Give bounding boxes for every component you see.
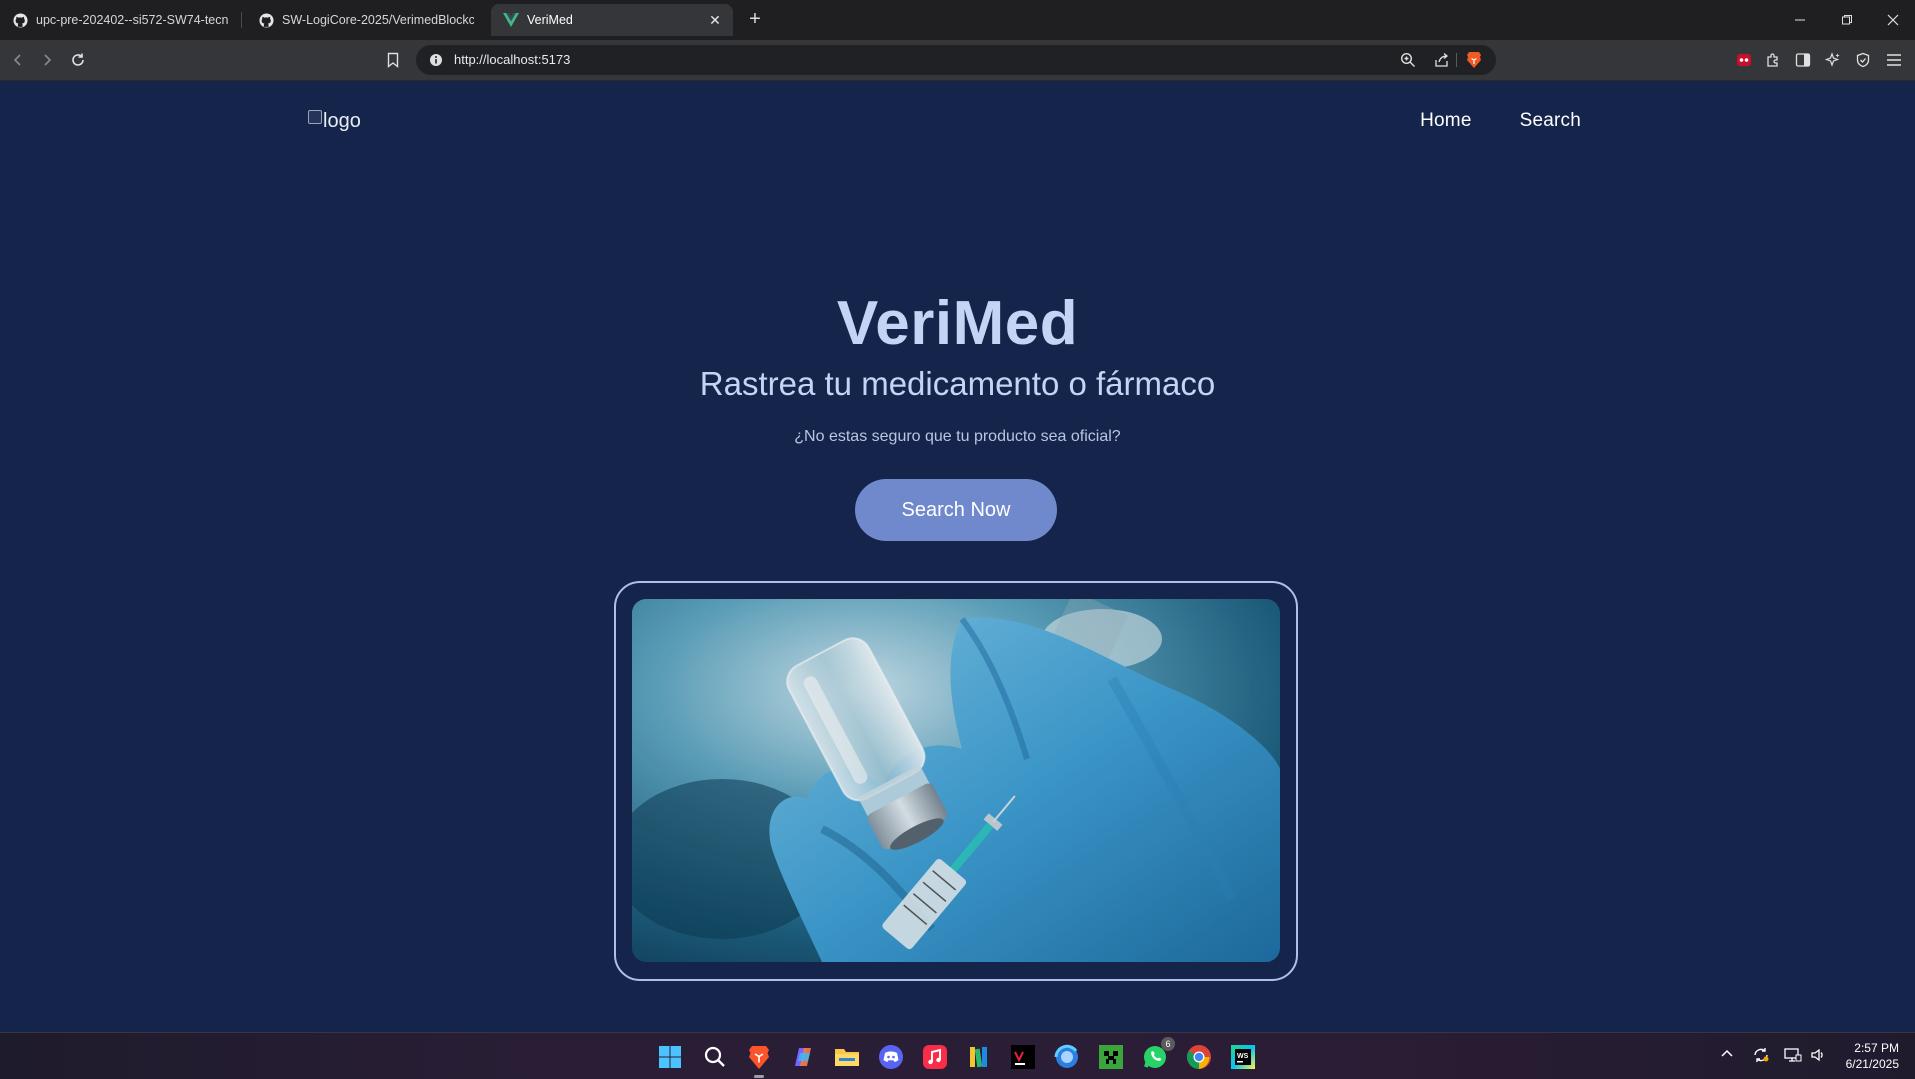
extensions-icon[interactable] (1761, 48, 1785, 72)
sync-icon[interactable] (1752, 1047, 1770, 1066)
new-tab-button[interactable]: + (744, 8, 766, 30)
volume-icon[interactable] (1810, 1047, 1826, 1066)
hero-subtitle: Rastrea tu medicamento o fármaco (699, 365, 1216, 402)
books-icon[interactable] (965, 1043, 993, 1071)
copilot-icon[interactable] (789, 1043, 817, 1071)
extension-red-icon[interactable] (1732, 48, 1756, 72)
minecraft-icon[interactable] (1097, 1043, 1125, 1071)
nav-search-link[interactable]: Search (1520, 110, 1581, 132)
hero-question: ¿No estas seguro que tu producto sea ofi… (794, 428, 1121, 445)
close-tab-icon[interactable]: ✕ (707, 12, 723, 28)
restore-button[interactable] (1835, 8, 1859, 32)
omnibox-divider (1456, 53, 1457, 67)
tray-overflow-icon[interactable] (1720, 1047, 1734, 1064)
whatsapp-icon[interactable]: 6 (1141, 1037, 1175, 1071)
minimize-button[interactable] (1788, 8, 1812, 32)
zoom-icon[interactable] (1396, 48, 1420, 72)
tab-upc-repo[interactable]: upc-pre-202402--si572-SW74-tecnoc (0, 4, 240, 36)
system-clock[interactable]: 2:57 PM 6/21/2025 (1846, 1040, 1899, 1072)
logo-alt-text: logo (323, 110, 361, 132)
close-window-button[interactable] (1881, 8, 1905, 32)
sidebar-icon[interactable] (1791, 48, 1815, 72)
clock-date: 6/21/2025 (1845, 1057, 1899, 1071)
reload-icon[interactable] (66, 48, 90, 72)
chrome-icon[interactable] (1185, 1043, 1213, 1071)
hero-title: VeriMed (836, 289, 1079, 358)
brave-shields-icon[interactable] (1462, 48, 1486, 72)
discord-icon[interactable] (877, 1043, 905, 1071)
github-icon (12, 12, 28, 28)
tab-verimed-active[interactable]: VeriMed ✕ (491, 4, 733, 36)
windows-taskbar: 6 WS 2:57 PM 6/21/2025 (0, 1032, 1915, 1079)
clock-time: 2:57 PM (1854, 1041, 1899, 1055)
browser-icon[interactable] (1053, 1043, 1081, 1071)
windows-start-icon[interactable] (656, 1043, 684, 1071)
github-icon (258, 12, 274, 28)
logo[interactable]: logo (308, 110, 361, 133)
tab-title: upc-pre-202402--si572-SW74-tecnoc (36, 13, 228, 27)
itunes-icon[interactable] (921, 1043, 949, 1071)
nav-home-link[interactable]: Home (1420, 110, 1471, 132)
notification-badge: 6 (1161, 1037, 1175, 1051)
verimed-page: logo Home Search VeriMed Rastrea tu medi… (0, 82, 1915, 1032)
network-icon[interactable] (1784, 1047, 1802, 1066)
brave-icon[interactable] (745, 1043, 773, 1078)
search-icon[interactable] (701, 1043, 729, 1071)
tab-verimed-repo[interactable]: SW-LogiCore-2025/VerimedBlockcha (246, 4, 486, 36)
broken-image-icon (308, 110, 322, 124)
webstorm-icon[interactable]: WS (1229, 1043, 1257, 1071)
search-now-button[interactable]: Search Now (855, 479, 1057, 541)
vue-icon (503, 12, 519, 28)
tab-title: VeriMed (527, 13, 573, 27)
tab-strip: upc-pre-202402--si572-SW74-tecnoc SW-Log… (0, 0, 1915, 40)
svg-text:WS: WS (1237, 1053, 1249, 1060)
bookmark-icon[interactable] (381, 48, 405, 72)
file-explorer-icon[interactable] (833, 1043, 861, 1071)
address-bar[interactable]: http://localhost:5173 (416, 45, 1496, 75)
back-icon[interactable] (6, 48, 30, 72)
hero-image-frame (614, 581, 1298, 981)
tab-title: SW-LogiCore-2025/VerimedBlockcha (282, 13, 474, 27)
menu-icon[interactable] (1882, 48, 1906, 72)
url-text: http://localhost:5173 (454, 52, 571, 67)
tab-separator (241, 12, 242, 28)
share-icon[interactable] (1430, 48, 1454, 72)
leo-ai-icon[interactable] (1821, 48, 1845, 72)
jetbrains-icon[interactable] (1009, 1043, 1037, 1071)
site-info-icon[interactable] (424, 48, 448, 72)
forward-icon[interactable] (35, 48, 59, 72)
browser-toolbar: http://localhost:5173 (0, 40, 1915, 81)
vpn-shield-icon[interactable] (1851, 48, 1875, 72)
main-nav: Home Search (1420, 110, 1581, 132)
hero-image-vial-syringe (632, 599, 1280, 962)
